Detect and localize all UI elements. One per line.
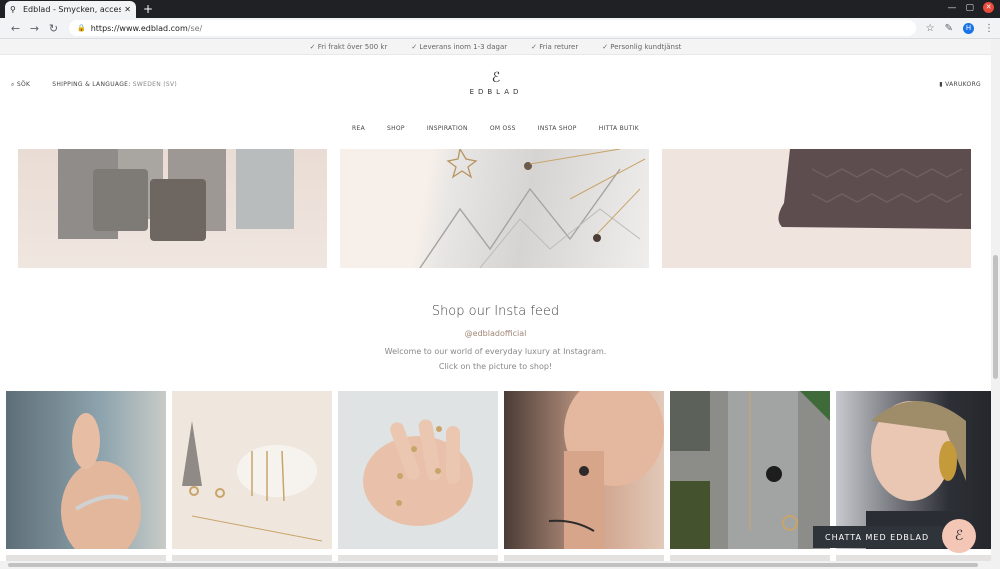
main-nav: REA SHOP INSPIRATION OM OSS INSTA SHOP H… xyxy=(0,125,991,132)
banner-image-cushion[interactable] xyxy=(662,149,971,268)
insta-post-palm-studs[interactable] xyxy=(338,391,498,549)
reload-icon[interactable]: ↻ xyxy=(44,22,63,35)
browser-toolbar: ← → ↻ 🔒 https://www.edblad.com/se/ ☆ ✎ H… xyxy=(0,18,1000,39)
insta-handle-link[interactable]: @edbladofficial xyxy=(0,329,991,338)
banner-row xyxy=(18,149,971,268)
logo-wordmark: EDBLAD xyxy=(469,88,523,96)
promo-item: ✓ Leverans inom 1-3 dagar xyxy=(411,42,508,51)
insta-post-face-ring[interactable] xyxy=(504,391,664,549)
photo-illustration xyxy=(548,391,664,549)
chat-button[interactable]: CHATTA MED EDBLAD xyxy=(813,526,943,548)
nav-item-hitta-butik[interactable]: HITTA BUTIK xyxy=(599,125,639,132)
promo-bar: ✓ Fri frakt över 500 kr ✓ Leverans inom … xyxy=(0,39,991,55)
horizontal-scrollbar[interactable] xyxy=(0,561,991,569)
cart-label: VARUKORG xyxy=(945,81,981,88)
vases-illustration xyxy=(58,149,294,241)
promo-item: ✓ Personlig kundtjänst xyxy=(602,42,682,51)
site-logo[interactable]: ℰ EDBLAD xyxy=(463,71,529,96)
insta-post-jewelry-display[interactable] xyxy=(172,391,332,549)
maximize-icon[interactable]: ▢ xyxy=(965,3,974,13)
vertical-scrollbar[interactable] xyxy=(991,39,1000,569)
photo-illustration xyxy=(363,419,473,526)
insta-click-text: Click on the picture to shop! xyxy=(438,362,553,371)
nav-item-insta-shop[interactable]: INSTA SHOP xyxy=(538,125,577,132)
logo-mark-icon: ℰ xyxy=(491,70,501,86)
nav-item-rea[interactable]: REA xyxy=(352,125,365,132)
back-icon[interactable]: ← xyxy=(6,22,25,35)
promo-item: ✓ Fria returer xyxy=(531,42,579,51)
nav-item-om-oss[interactable]: OM OSS xyxy=(490,125,516,132)
close-tab-icon[interactable]: ✕ xyxy=(124,5,131,14)
nav-item-inspiration[interactable]: INSPIRATION xyxy=(427,125,468,132)
bookmark-star-icon[interactable]: ☆ xyxy=(926,23,935,34)
search-link[interactable]: ⌕ SÖK xyxy=(11,81,30,89)
minimize-icon[interactable]: — xyxy=(947,3,956,13)
browser-tabbar: ⚲ Edblad - Smycken, accessoarer ✕ + — ▢ … xyxy=(0,0,1000,18)
cart-link[interactable]: ▮ VARUKORG xyxy=(939,81,981,88)
window-controls: — ▢ ✕ xyxy=(947,2,994,13)
address-bar[interactable]: 🔒 https://www.edblad.com/se/ xyxy=(69,20,916,36)
nav-item-shop[interactable]: SHOP xyxy=(387,125,405,132)
extension-icon[interactable]: ✎ xyxy=(945,23,953,34)
menu-kebab-icon[interactable]: ⋮ xyxy=(984,23,994,34)
photo-illustration xyxy=(61,413,141,549)
insta-post-hand-bracelet[interactable] xyxy=(6,391,166,549)
photo-illustration xyxy=(670,391,830,549)
site-header: ⌕ SÖK SHIPPING & LANGUAGE: SWEDEN (SV) ℰ… xyxy=(0,55,991,115)
forward-icon[interactable]: → xyxy=(25,22,44,35)
toolbar-actions: ☆ ✎ H ⋮ xyxy=(926,22,994,34)
browser-tab[interactable]: ⚲ Edblad - Smycken, accessoarer ✕ xyxy=(5,1,136,18)
search-label: SÖK xyxy=(16,81,31,88)
promo-item: ✓ Fri frakt över 500 kr xyxy=(309,42,388,51)
lock-icon: 🔒 xyxy=(77,24,86,32)
profile-avatar[interactable]: H xyxy=(963,22,974,34)
cushion-illustration xyxy=(778,149,971,229)
horizontal-scroll-thumb[interactable] xyxy=(8,563,978,567)
favicon-icon: ⚲ xyxy=(10,5,16,14)
shipping-value: SWEDEN (SV) xyxy=(132,81,178,88)
header-left: ⌕ SÖK SHIPPING & LANGUAGE: SWEDEN (SV) xyxy=(11,81,177,89)
new-tab-icon[interactable]: + xyxy=(143,1,153,17)
photo-illustration xyxy=(182,421,323,542)
insta-welcome-text: Welcome to our world of everyday luxury … xyxy=(384,347,607,356)
insta-post-concrete-necklaces[interactable] xyxy=(670,391,830,549)
shipping-label: SHIPPING & LANGUAGE: xyxy=(52,81,131,88)
close-window-icon[interactable]: ✕ xyxy=(983,2,994,13)
chat-avatar-icon[interactable]: ℰ xyxy=(942,519,976,553)
url-path: /se/ xyxy=(187,23,203,33)
marble-jewelry-illustration xyxy=(419,149,646,268)
url-host: https://www.edblad.com xyxy=(90,23,188,33)
web-page: ✓ Fri frakt över 500 kr ✓ Leverans inom … xyxy=(0,39,991,569)
shipping-language-link[interactable]: SHIPPING & LANGUAGE: SWEDEN (SV) xyxy=(52,81,177,89)
tab-title: Edblad - Smycken, accessoarer xyxy=(23,5,122,14)
banner-image-vases[interactable] xyxy=(18,149,327,268)
banner-image-marble[interactable] xyxy=(340,149,649,268)
vertical-scroll-thumb[interactable] xyxy=(993,255,998,379)
insta-heading: Shop our Insta feed xyxy=(431,304,560,319)
